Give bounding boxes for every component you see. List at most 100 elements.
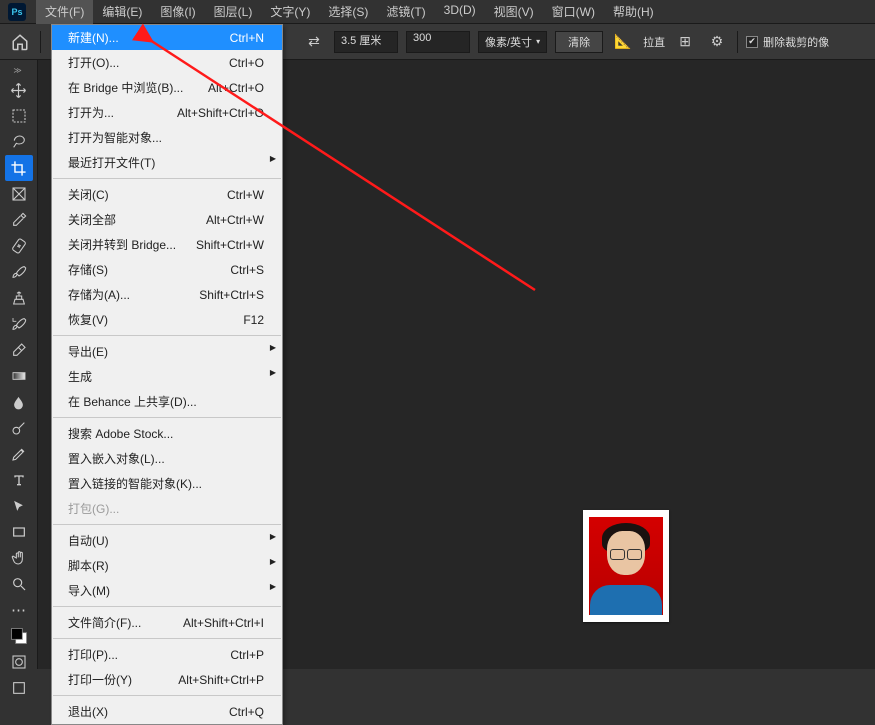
tool-history-brush[interactable] xyxy=(5,311,33,337)
app-logo: Ps xyxy=(8,3,26,21)
menu-item[interactable]: 关闭并转到 Bridge...Shift+Ctrl+W xyxy=(52,232,282,257)
menu-item-label: 文件简介(F)... xyxy=(68,614,141,631)
menubar-item[interactable]: 窗口(W) xyxy=(543,0,604,24)
menu-item-label: 退出(X) xyxy=(68,703,108,720)
menubar-item[interactable]: 选择(S) xyxy=(319,0,377,24)
menu-item[interactable]: 打印(P)... Ctrl+P xyxy=(52,642,282,667)
tool-brush[interactable] xyxy=(5,259,33,285)
tool-eraser[interactable] xyxy=(5,337,33,363)
menubar-item[interactable]: 视图(V) xyxy=(485,0,543,24)
menu-separator xyxy=(53,417,281,418)
menubar-item[interactable]: 3D(D) xyxy=(435,0,485,24)
menu-item[interactable]: 关闭(C)Ctrl+W xyxy=(52,182,282,207)
menu-item[interactable]: 自动(U) xyxy=(52,528,282,553)
quickmask-icon[interactable] xyxy=(5,649,33,675)
menu-item-label: 打开为智能对象... xyxy=(68,129,162,146)
menu-item[interactable]: 在 Behance 上共享(D)... xyxy=(52,389,282,414)
edit-toolbar-icon[interactable]: ⋯ xyxy=(5,597,33,623)
menu-item-shortcut: Ctrl+N xyxy=(230,31,264,45)
menu-separator xyxy=(53,695,281,696)
menu-item-label: 脚本(R) xyxy=(68,557,109,574)
grid-overlay-icon[interactable]: ⊞ xyxy=(673,30,697,54)
tool-blur[interactable] xyxy=(5,389,33,415)
menubar-item[interactable]: 编辑(E) xyxy=(93,0,151,24)
menu-item[interactable]: 存储(S)Ctrl+S xyxy=(52,257,282,282)
tool-lasso[interactable] xyxy=(5,129,33,155)
menu-item[interactable]: 置入链接的智能对象(K)... xyxy=(52,471,282,496)
separator xyxy=(737,31,738,53)
menu-item-shortcut: Ctrl+S xyxy=(230,263,264,277)
tool-type[interactable] xyxy=(5,467,33,493)
menu-item[interactable]: 打开为智能对象... xyxy=(52,125,282,150)
photo-content xyxy=(589,517,663,615)
tool-frame[interactable] xyxy=(5,181,33,207)
collapse-icon[interactable]: ≫ xyxy=(2,66,36,75)
menu-item[interactable]: 存储为(A)...Shift+Ctrl+S xyxy=(52,282,282,307)
tool-path-select[interactable] xyxy=(5,493,33,519)
menu-item-label: 恢复(V) xyxy=(68,311,108,328)
menu-item-label: 打开(O)... xyxy=(68,54,119,71)
menu-item[interactable]: 最近打开文件(T) xyxy=(52,150,282,175)
tool-move[interactable] xyxy=(5,77,33,103)
menu-separator xyxy=(53,524,281,525)
menubar-item[interactable]: 滤镜(T) xyxy=(377,0,434,24)
home-icon[interactable] xyxy=(8,30,32,54)
menu-item[interactable]: 在 Bridge 中浏览(B)...Alt+Ctrl+O xyxy=(52,75,282,100)
menu-item-label: 打印(P)... xyxy=(68,646,118,663)
menu-item[interactable]: 关闭全部Alt+Ctrl+W xyxy=(52,207,282,232)
menubar-item[interactable]: 文件(F) xyxy=(36,0,93,24)
menu-item-label: 自动(U) xyxy=(68,532,109,549)
resolution-input[interactable]: 300 xyxy=(406,31,470,53)
menu-item[interactable]: 新建(N)... Ctrl+N xyxy=(52,25,282,50)
menu-item[interactable]: 退出(X)Ctrl+Q xyxy=(52,699,282,724)
menu-item-label: 新建(N)... xyxy=(68,29,119,46)
tool-clone[interactable] xyxy=(5,285,33,311)
tool-eyedropper[interactable] xyxy=(5,207,33,233)
swap-icon[interactable]: ⇄ xyxy=(302,30,326,54)
width-input[interactable]: 3.5 厘米 xyxy=(334,31,398,53)
menu-item[interactable]: 恢复(V)F12 xyxy=(52,307,282,332)
units-select[interactable]: 像素/英寸▾ xyxy=(478,31,547,53)
tool-rectangle[interactable] xyxy=(5,519,33,545)
menu-item[interactable]: 打开(O)...Ctrl+O xyxy=(52,50,282,75)
menu-item-shortcut: Ctrl+P xyxy=(230,648,264,662)
tool-pen[interactable] xyxy=(5,441,33,467)
menu-separator xyxy=(53,335,281,336)
menubar-item[interactable]: 文字(Y) xyxy=(261,0,319,24)
straighten-icon[interactable]: 📐 xyxy=(611,30,635,54)
foreground-background-icon[interactable] xyxy=(5,623,33,649)
screenmode-icon[interactable] xyxy=(5,675,33,701)
menu-item[interactable]: 导出(E) xyxy=(52,339,282,364)
delete-cropped-checkbox[interactable]: ✔ 删除裁剪的像 xyxy=(746,34,829,50)
tool-rect-marquee[interactable] xyxy=(5,103,33,129)
menu-item[interactable]: 搜索 Adobe Stock... xyxy=(52,421,282,446)
tool-zoom[interactable] xyxy=(5,571,33,597)
menu-item[interactable]: 脚本(R) xyxy=(52,553,282,578)
tool-healing[interactable] xyxy=(5,233,33,259)
tool-gradient[interactable] xyxy=(5,363,33,389)
menu-item-label: 导出(E) xyxy=(68,343,108,360)
clear-button[interactable]: 清除 xyxy=(555,31,603,53)
menubar-item[interactable]: 帮助(H) xyxy=(604,0,663,24)
menu-item[interactable]: 打印一份(Y)Alt+Shift+Ctrl+P xyxy=(52,667,282,692)
tool-dodge[interactable] xyxy=(5,415,33,441)
menu-item-label: 存储为(A)... xyxy=(68,286,130,303)
file-menu-dropdown[interactable]: 新建(N)... Ctrl+N 打开(O)...Ctrl+O在 Bridge 中浏览… xyxy=(51,24,283,725)
tool-crop[interactable] xyxy=(5,155,33,181)
menu-item[interactable]: 打开为...Alt+Shift+Ctrl+O xyxy=(52,100,282,125)
menu-item-label: 最近打开文件(T) xyxy=(68,154,155,171)
menu-item[interactable]: 生成 xyxy=(52,364,282,389)
tool-hand[interactable] xyxy=(5,545,33,571)
menu-item[interactable]: 置入嵌入对象(L)... xyxy=(52,446,282,471)
menu-item-label: 关闭全部 xyxy=(68,211,116,228)
document-photo[interactable] xyxy=(583,510,669,622)
toolbar: ≫ ⋯ xyxy=(0,60,38,669)
settings-icon[interactable]: ⚙ xyxy=(705,30,729,54)
menubar-item[interactable]: 图层(L) xyxy=(205,0,262,24)
menu-item-label: 置入链接的智能对象(K)... xyxy=(68,475,202,492)
menu-item[interactable]: 文件简介(F)...Alt+Shift+Ctrl+I xyxy=(52,610,282,635)
menu-separator xyxy=(53,178,281,179)
menu-item[interactable]: 导入(M) xyxy=(52,578,282,603)
menubar-item[interactable]: 图像(I) xyxy=(151,0,204,24)
menu-item-shortcut: Ctrl+W xyxy=(227,188,264,202)
